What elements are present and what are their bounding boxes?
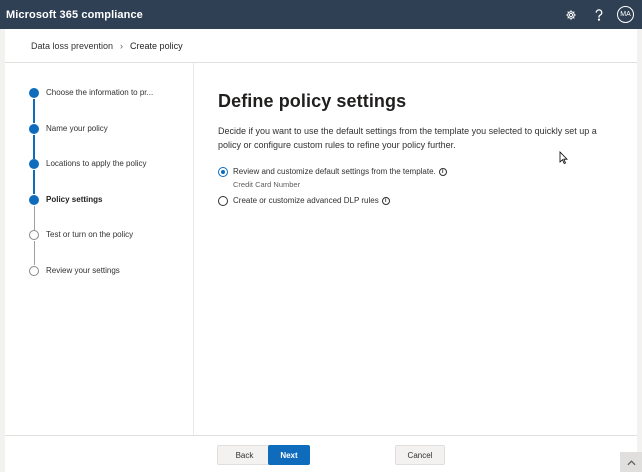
chevron-right-icon: › [120,41,124,51]
question-icon[interactable] [585,0,613,29]
scroll-up-button[interactable] [620,452,642,472]
app-title[interactable]: Microsoft 365 compliance [0,9,143,21]
option-label: Review and customize default settings fr… [233,167,436,176]
option-default-settings[interactable]: Review and customize default settings fr… [218,165,618,178]
step-pending-marker [29,265,39,276]
step-policy-settings[interactable]: Policy settings [29,194,153,230]
chevron-up-icon [626,453,636,471]
step-label: Choose the information to pr... [46,88,154,97]
back-button[interactable]: Back [217,445,272,465]
step-connector [33,134,35,159]
step-connector [33,205,35,230]
option-advanced-rules[interactable]: Create or customize advanced DLP rules i [218,194,618,207]
mouse-cursor-icon [559,151,568,169]
step-connector [33,170,35,195]
step-current-marker [29,194,39,205]
gear-icon[interactable] [557,0,585,29]
breadcrumb-parent[interactable]: Data loss prevention [31,41,113,51]
info-icon[interactable]: i [381,196,390,205]
header-divider [5,62,637,63]
top-bar-actions: MA [557,0,642,29]
step-locations[interactable]: Locations to apply the policy [29,158,153,195]
step-label: Locations to apply the policy [46,159,147,169]
step-complete-marker [29,123,39,134]
radio-default-settings[interactable] [218,166,228,177]
step-choose-information[interactable]: Choose the information to pr... [29,87,153,123]
step-review-settings[interactable]: Review your settings [29,265,153,301]
top-bar: Microsoft 365 compliance MA [0,0,642,29]
step-label: Review your settings [46,265,120,275]
page-title: Define policy settings [218,91,407,111]
step-complete-marker [29,88,39,98]
step-name-policy[interactable]: Name your policy [29,123,153,159]
radio-advanced-rules[interactable] [218,195,228,206]
step-connector [33,241,35,266]
step-label: Name your policy [46,123,108,133]
option-sublabel: Credit Card Number [233,180,301,189]
step-complete-marker [29,159,39,170]
wizard-steps: Choose the information to pr... Name you… [29,87,153,301]
breadcrumb: Data loss prevention › Create policy [31,41,183,51]
step-test-or-turn-on[interactable]: Test or turn on the policy [29,229,153,266]
next-button[interactable]: Next [268,445,310,465]
breadcrumb-current: Create policy [130,41,183,51]
info-icon[interactable]: i [438,167,447,176]
step-pending-marker [29,230,39,241]
steps-divider [193,63,194,435]
step-label: Test or turn on the policy [46,230,134,240]
step-connector [33,99,35,123]
settings-options: Review and customize default settings fr… [218,165,618,207]
step-label: Policy settings [46,194,103,204]
avatar[interactable]: MA [617,6,634,23]
main-content: Define policy settings Decide if you wan… [218,91,618,207]
cancel-button[interactable]: Cancel [395,445,445,465]
wizard-panel: Data loss prevention › Create policy Cho… [5,29,637,472]
option-label: Create or customize advanced DLP rules [233,196,379,205]
footer-divider [5,435,637,436]
page-description: Decide if you want to use the default se… [218,126,597,150]
